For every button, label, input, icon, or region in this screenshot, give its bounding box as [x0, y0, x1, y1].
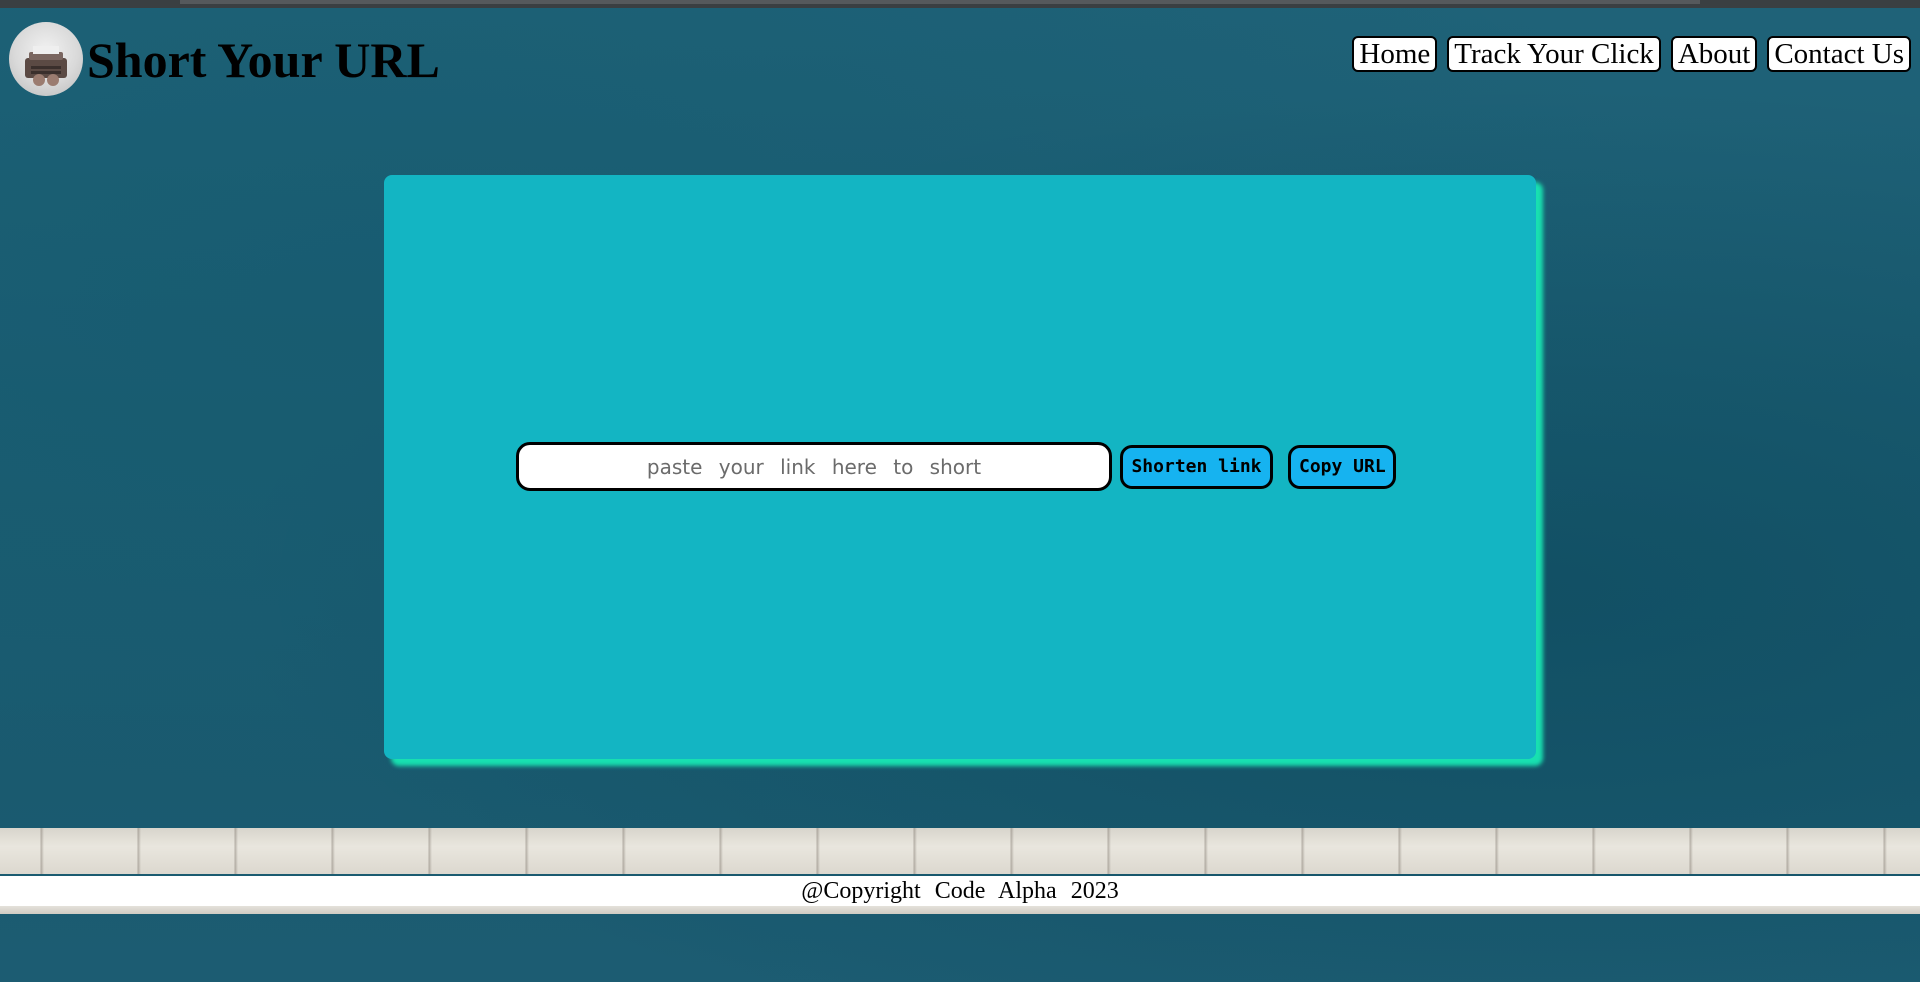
nav-contact-us[interactable]: Contact Us [1767, 36, 1911, 72]
url-form: Shorten link Copy URL [516, 442, 1396, 491]
site-title: Short Your URL [87, 32, 440, 88]
decorative-paint-band-bottom [0, 906, 1920, 914]
logo-avatar [9, 22, 83, 96]
main-nav: Home Track Your Click About Contact Us [1352, 36, 1911, 72]
shorten-link-button[interactable]: Shorten link [1120, 444, 1273, 489]
footer-copyright: @Copyright Code Alpha 2023 [0, 876, 1920, 906]
nav-about[interactable]: About [1670, 36, 1758, 72]
decorative-paint-band [0, 828, 1920, 874]
shortener-card: Shorten link Copy URL [384, 175, 1536, 759]
url-input[interactable] [516, 442, 1112, 491]
nav-home[interactable]: Home [1352, 36, 1438, 72]
copy-url-button[interactable]: Copy URL [1288, 444, 1396, 489]
nav-track-your-click[interactable]: Track Your Click [1447, 36, 1661, 72]
typewriter-icon [25, 46, 67, 86]
browser-top-strip [0, 0, 1920, 8]
